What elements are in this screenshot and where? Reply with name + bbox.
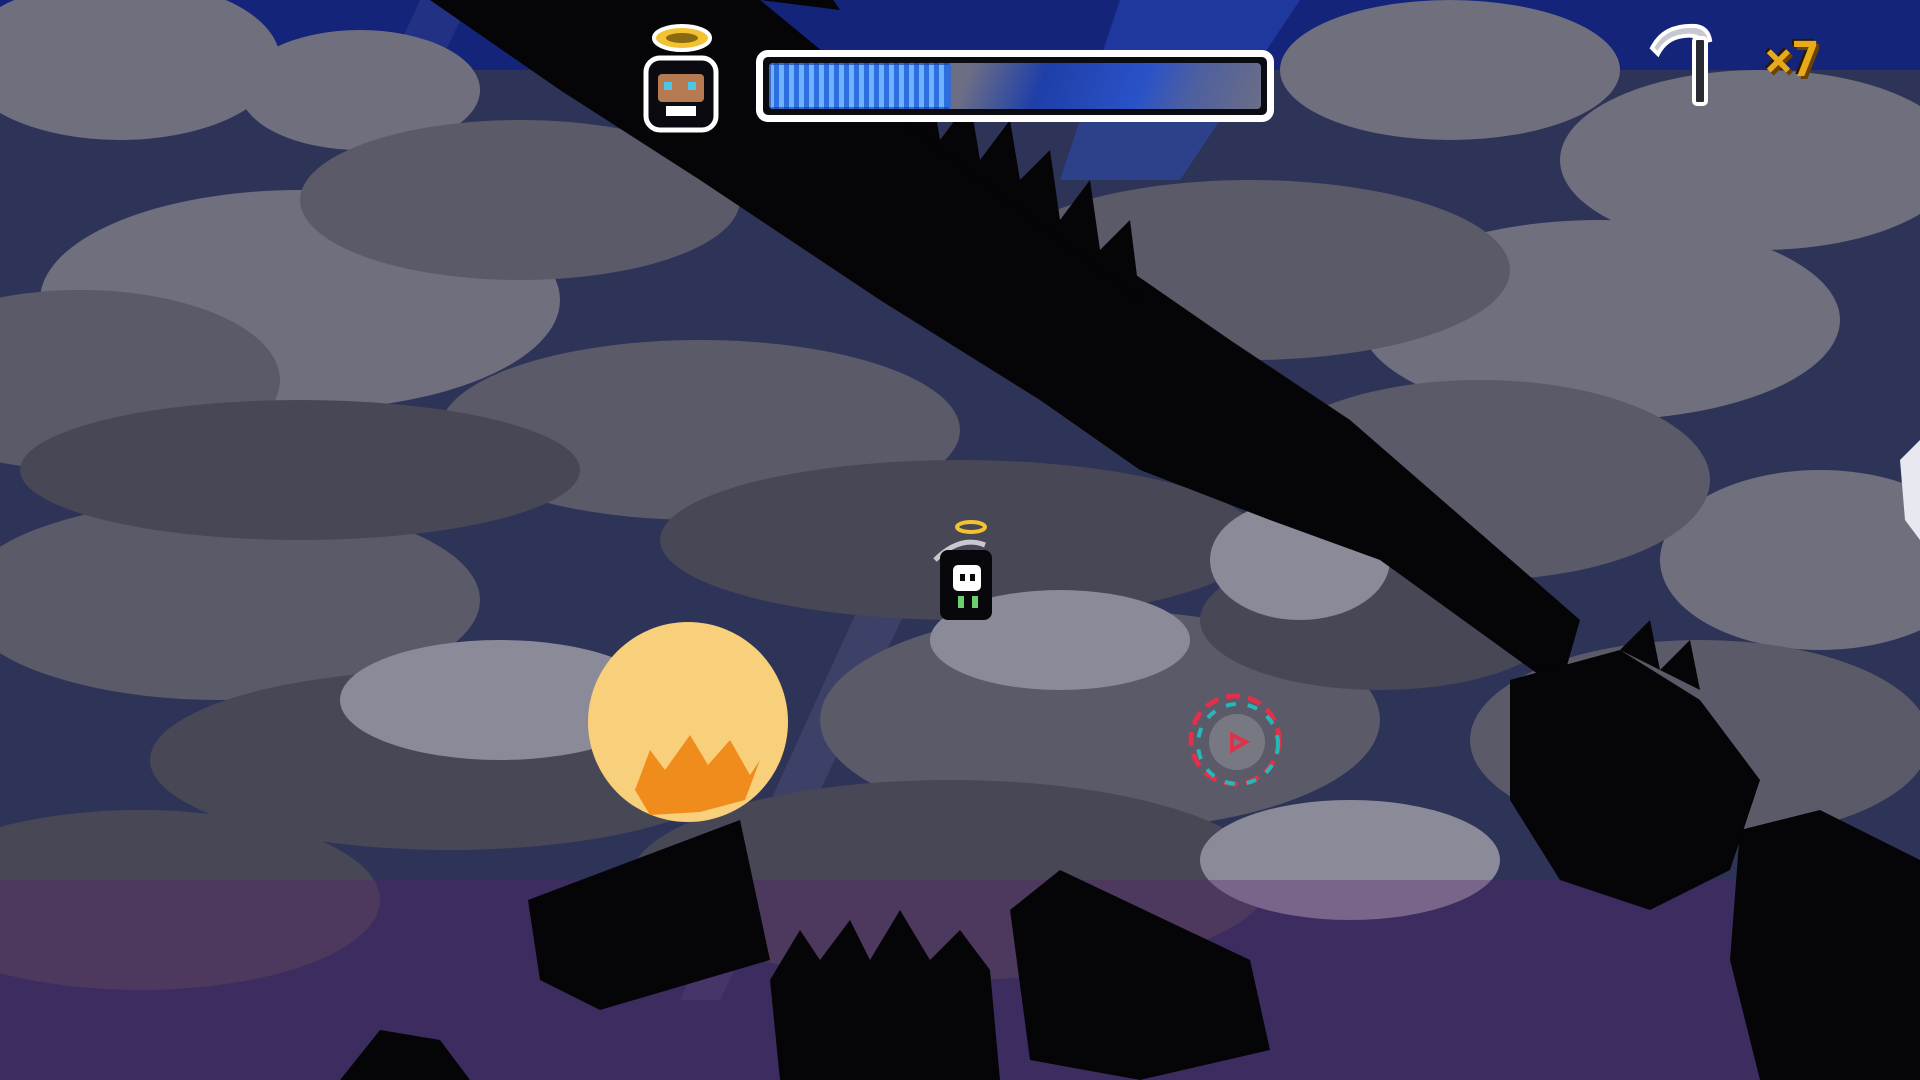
game-viewport[interactable]: ×7 xyxy=(0,0,1920,1080)
health-bar xyxy=(756,50,1274,122)
moon xyxy=(588,622,788,822)
player-portrait-icon xyxy=(643,24,719,133)
ammo-count-text: ×7 xyxy=(1764,32,1820,88)
health-bar-track xyxy=(769,63,1261,109)
game-scene xyxy=(0,0,1920,1080)
scythe-icon xyxy=(1649,23,1713,106)
health-bar-fill xyxy=(769,63,952,109)
ammo-counter: ×7 xyxy=(1764,30,1820,90)
